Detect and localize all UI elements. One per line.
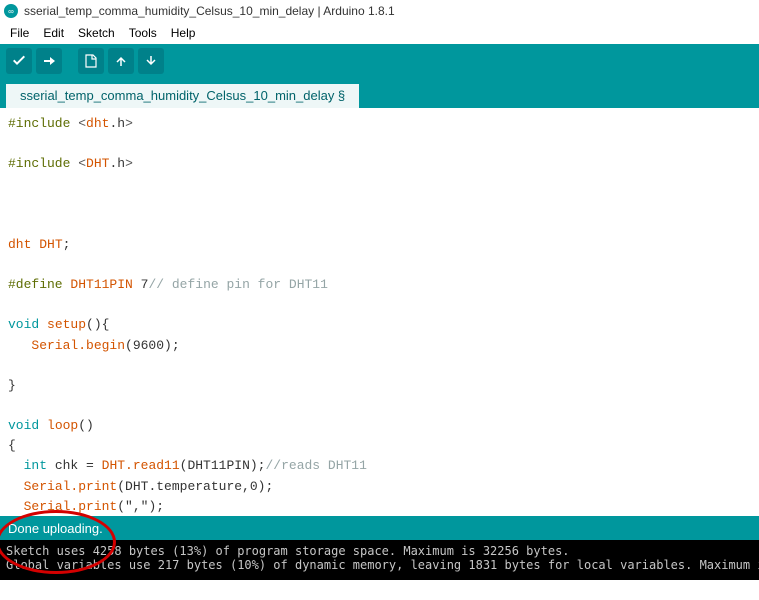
menubar: File Edit Sketch Tools Help xyxy=(0,22,759,44)
titlebar: ∞ sserial_temp_comma_humidity_Celsus_10_… xyxy=(0,0,759,22)
check-icon xyxy=(11,53,27,69)
arrow-down-icon xyxy=(144,54,158,68)
status-message: Done uploading. xyxy=(8,521,103,536)
console-line: Sketch uses 4258 bytes (13%) of program … xyxy=(6,544,570,558)
arrow-right-icon xyxy=(41,53,57,69)
verify-button[interactable] xyxy=(6,48,32,74)
new-button[interactable] xyxy=(78,48,104,74)
menu-tools[interactable]: Tools xyxy=(123,24,163,42)
tab-strip: sserial_temp_comma_humidity_Celsus_10_mi… xyxy=(0,78,759,108)
output-console[interactable]: Sketch uses 4258 bytes (13%) of program … xyxy=(0,540,759,580)
console-line: Global variables use 217 bytes (10%) of … xyxy=(6,558,759,572)
status-bar: Done uploading. xyxy=(0,516,759,540)
save-button[interactable] xyxy=(138,48,164,74)
code-editor[interactable]: #include <dht.h> #include <DHT.h> dht DH… xyxy=(0,108,759,516)
toolbar xyxy=(0,44,759,78)
open-button[interactable] xyxy=(108,48,134,74)
menu-sketch[interactable]: Sketch xyxy=(72,24,121,42)
menu-edit[interactable]: Edit xyxy=(37,24,70,42)
menu-file[interactable]: File xyxy=(4,24,35,42)
window-title: sserial_temp_comma_humidity_Celsus_10_mi… xyxy=(24,4,395,18)
tab-sketch[interactable]: sserial_temp_comma_humidity_Celsus_10_mi… xyxy=(6,84,359,108)
upload-button[interactable] xyxy=(36,48,62,74)
arrow-up-icon xyxy=(114,54,128,68)
menu-help[interactable]: Help xyxy=(165,24,202,42)
new-file-icon xyxy=(84,54,98,68)
arduino-logo-icon: ∞ xyxy=(4,4,18,18)
